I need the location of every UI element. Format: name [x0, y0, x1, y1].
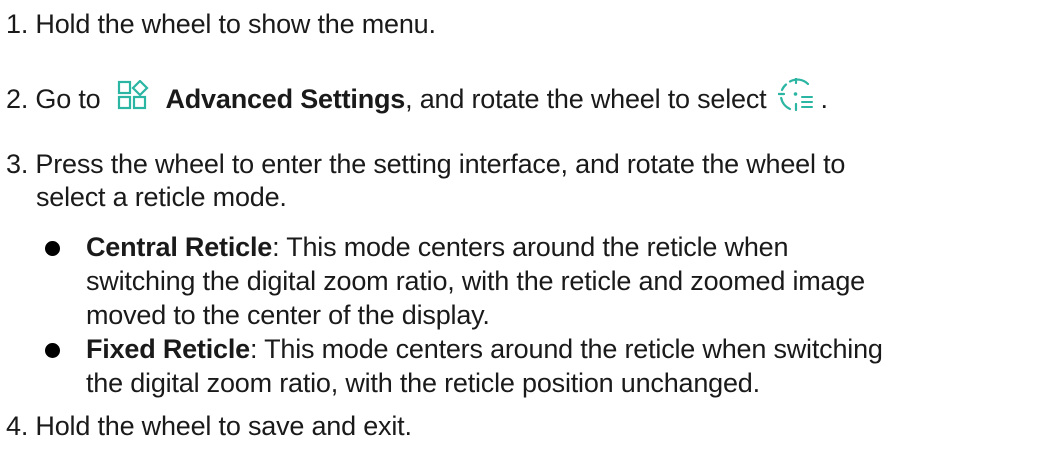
reticle-mode-list: Central Reticle: This mode centers aroun… [6, 230, 1056, 400]
list-item: Central Reticle: This mode centers aroun… [6, 230, 1056, 332]
step-3: 3. Press the wheel to enter the setting … [6, 148, 1056, 398]
step-4: 4. Hold the wheel to save and exit. [6, 411, 412, 441]
bullet-dot-icon [45, 241, 60, 256]
list-item: Fixed Reticle: This mode centers around … [6, 332, 1056, 400]
step-2-suffix: , and rotate the wheel to select [405, 83, 767, 114]
advanced-settings-icon [117, 79, 153, 118]
step-2: 2. Go to Advanced Settings , and rotate … [6, 77, 828, 120]
bullet-text-line: switching the digital zoom ratio, with t… [86, 266, 866, 296]
step-3-line-2: select a reticle mode. [36, 182, 287, 212]
bullet-term: Fixed Reticle [86, 334, 250, 364]
bullet-text-line: moved to the center of the display. [86, 300, 490, 330]
step-2-end: . [820, 83, 828, 114]
step-2-prefix: 2. Go to [6, 83, 101, 114]
bullet-text-line: : This mode centers around the reticle w… [272, 232, 789, 262]
bullet-text-line: the digital zoom ratio, with the reticle… [86, 368, 760, 398]
bullet-text-line: : This mode centers around the reticle w… [249, 334, 883, 364]
reticle-mode-icon [777, 77, 816, 120]
advanced-settings-label: Advanced Settings [165, 83, 406, 114]
step-3-line-1: 3. Press the wheel to enter the setting … [6, 149, 846, 179]
bullet-term: Central Reticle [86, 232, 273, 262]
step-1: 1. Hold the wheel to show the menu. [6, 9, 436, 39]
bullet-dot-icon [45, 343, 60, 358]
